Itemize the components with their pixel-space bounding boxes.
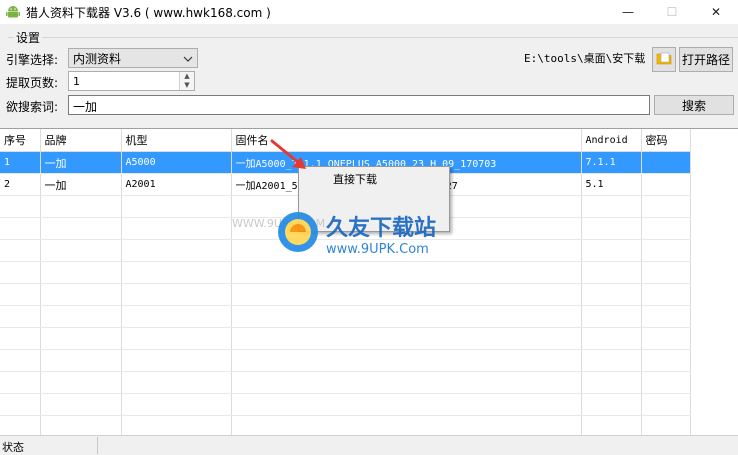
row-firmware-head: 一加A2001_5 (235, 181, 298, 192)
empty-row (0, 415, 691, 435)
row-password (641, 151, 691, 174)
engine-select-value: 内测资料 (73, 51, 122, 66)
red-arrow-icon (266, 136, 316, 176)
empty-row (0, 349, 691, 372)
watermark-logo-icon (276, 210, 320, 257)
table-header: 序号 品牌 机型 固件名 Android 密码 (0, 129, 691, 152)
empty-row (0, 371, 691, 394)
close-button[interactable]: ✕ (694, 0, 738, 24)
status-bar (0, 435, 738, 455)
column-header-password[interactable]: 密码 (641, 129, 691, 152)
minimize-button[interactable]: — (606, 0, 650, 24)
empty-row (0, 283, 691, 306)
row-android: 7.1.1 (581, 151, 642, 174)
download-path: E:\tools\桌面\安下载 (524, 52, 646, 65)
engine-label: 引擎选择: (6, 53, 59, 67)
column-header-android[interactable]: Android (581, 129, 642, 152)
column-header-index[interactable]: 序号 (0, 129, 41, 152)
empty-row (0, 261, 691, 284)
pages-stepper[interactable]: 1 ▲ ▼ (68, 71, 195, 91)
search-button[interactable]: 搜索 (654, 95, 734, 115)
search-input[interactable]: 一加 (68, 95, 650, 115)
engine-select[interactable]: 内测资料 (68, 48, 198, 68)
empty-row (0, 393, 691, 416)
open-path-button[interactable]: 打开路径 (679, 47, 733, 72)
watermark-brand: 久友下载站 (326, 215, 437, 241)
row-brand: 一加 (40, 151, 122, 174)
row-model: A5000 (121, 151, 232, 174)
window-title: 猎人资料下载器 V3.6 ( www.hwk168.com ) (26, 6, 271, 20)
watermark-url: www.9UPK.Com (326, 241, 429, 257)
stepper-arrows-icon[interactable]: ▲ ▼ (179, 72, 194, 90)
column-header-model[interactable]: 机型 (121, 129, 232, 152)
pages-label: 提取页数: (6, 76, 59, 90)
watermark: 久友下载站 www.9UPK.Com (276, 202, 476, 264)
browse-folder-button[interactable] (652, 47, 676, 72)
android-icon (5, 4, 21, 20)
pages-value: 1 (73, 75, 80, 88)
settings-group-label: 设置 (14, 29, 43, 46)
folder-icon (656, 50, 672, 69)
row-brand: 一加 (40, 173, 122, 196)
chevron-down-icon (183, 51, 193, 65)
row-android: 5.1 (581, 173, 642, 196)
menu-item-direct-download[interactable]: 直接下载 (333, 171, 377, 187)
empty-row (0, 327, 691, 350)
column-header-brand[interactable]: 品牌 (40, 129, 122, 152)
row-model: A2001 (121, 173, 232, 196)
status-label: 状态 (2, 441, 24, 454)
row-index: 1 (0, 151, 41, 174)
maximize-button[interactable]: ☐ (650, 0, 694, 24)
empty-row (0, 305, 691, 328)
keyword-label: 欲搜索词: (6, 100, 59, 114)
group-divider (8, 37, 738, 38)
row-password (641, 173, 691, 196)
status-divider (97, 437, 98, 454)
row-index: 2 (0, 173, 41, 196)
